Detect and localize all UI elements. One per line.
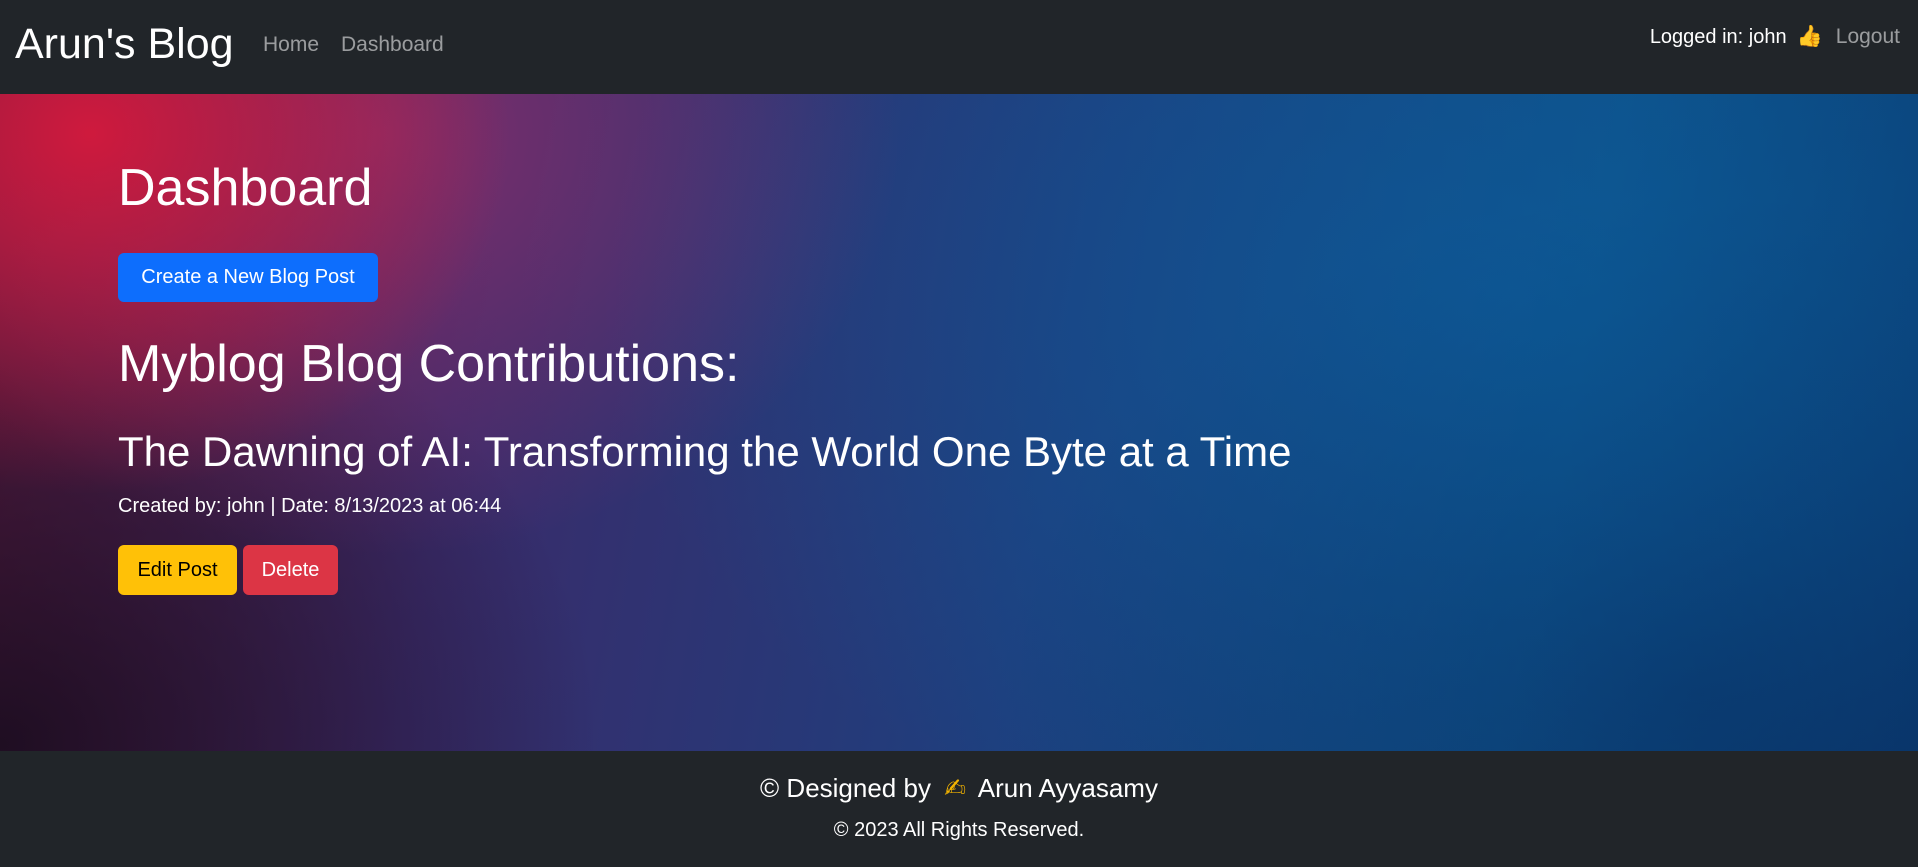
logout-link[interactable]: Logout: [1836, 25, 1900, 49]
contributions-heading: Myblog Blog Contributions:: [118, 335, 740, 393]
top-navbar: Arun's Blog Home Dashboard Logged in: jo…: [0, 0, 1918, 94]
writing-hand-icon: ✍: [944, 773, 966, 803]
logged-in-text: Logged in: john: [1649, 25, 1787, 48]
post-meta: Created by: john | Date: 8/13/2023 at 06…: [118, 495, 502, 517]
site-footer: © Designed by ✍ Arun Ayyasamy © 2023 All…: [0, 751, 1918, 867]
post-title: The Dawning of AI: Transforming the Worl…: [118, 428, 1292, 475]
nav-link-dashboard[interactable]: Dashboard: [341, 32, 444, 58]
page-title: Dashboard: [118, 159, 373, 217]
create-post-button[interactable]: Create a New Blog Post: [118, 253, 378, 302]
footer-copyright: © 2023 All Rights Reserved.: [833, 819, 1085, 841]
thumbs-up-icon: 👍: [1796, 25, 1823, 48]
delete-post-button[interactable]: Delete: [243, 545, 338, 595]
footer-credit: © Designed by ✍ Arun Ayyasamy: [0, 771, 1918, 805]
dashboard-hero: Dashboard Create a New Blog Post Myblog …: [0, 94, 1918, 751]
footer-designed-by: © Designed by: [760, 773, 931, 803]
footer-designer-name: Arun Ayyasamy: [977, 773, 1158, 803]
brand-logo-link[interactable]: Arun's Blog: [15, 18, 234, 70]
nav-link-home[interactable]: Home: [263, 32, 319, 58]
edit-post-button[interactable]: Edit Post: [118, 545, 237, 595]
user-status-area: Logged in: john 👍 Logout: [1650, 23, 1900, 51]
